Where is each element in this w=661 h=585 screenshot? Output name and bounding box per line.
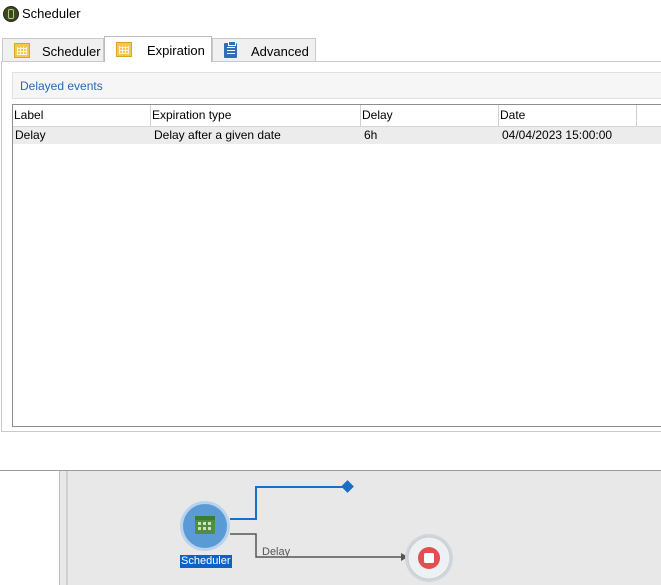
expiration-panel: Delayed events Label Expiration type Del… [1, 61, 661, 432]
scheduler-node [180, 501, 230, 551]
clipboard-icon [224, 41, 237, 58]
section-header: Delayed events [12, 72, 661, 99]
tab-label: Expiration [147, 43, 205, 58]
cell-label: Delay [15, 128, 46, 142]
section-title: Delayed events [20, 79, 103, 93]
delay-link-label: Delay [262, 546, 291, 558]
transition-end-diamond [341, 480, 354, 493]
window-title: Scheduler [22, 6, 81, 21]
end-node [405, 534, 453, 582]
scheduler-dialog: Scheduler Scheduler Expiration Advanced … [0, 0, 661, 471]
tab-label: Advanced [251, 44, 309, 59]
table-header: Label Expiration type Delay Date [13, 105, 661, 127]
table-row[interactable]: Delay Delay after a given date 6h 04/04/… [13, 127, 661, 144]
column-header-date[interactable]: Date [499, 105, 637, 126]
delayed-events-table[interactable]: Label Expiration type Delay Date Delay D… [12, 104, 661, 427]
calendar-icon [116, 42, 132, 57]
tab-strip: Scheduler Expiration Advanced [0, 36, 661, 62]
cell-delay: 6h [364, 128, 378, 142]
workflow-canvas[interactable]: Scheduler Delay [0, 471, 661, 585]
tab-expiration[interactable]: Expiration [104, 36, 212, 62]
tab-advanced[interactable]: Advanced [212, 38, 316, 61]
tab-scheduler[interactable]: Scheduler [2, 38, 104, 61]
column-header-delay[interactable]: Delay [361, 105, 499, 126]
calendar-icon [14, 43, 30, 58]
tab-label: Scheduler [42, 44, 101, 59]
scheduler-node-label[interactable]: Scheduler [180, 555, 232, 568]
transition-link-delay [230, 533, 401, 558]
column-header-label[interactable]: Label [13, 105, 151, 126]
title-bar: Scheduler [0, 0, 661, 28]
column-header-expiration-type[interactable]: Expiration type [151, 105, 361, 126]
cell-date: 04/04/2023 15:00:00 [502, 128, 613, 142]
app-icon [3, 6, 19, 22]
transition-link-active [230, 486, 345, 520]
workflow-diagram [180, 480, 453, 582]
cell-expiration-type: Delay after a given date [154, 128, 281, 142]
